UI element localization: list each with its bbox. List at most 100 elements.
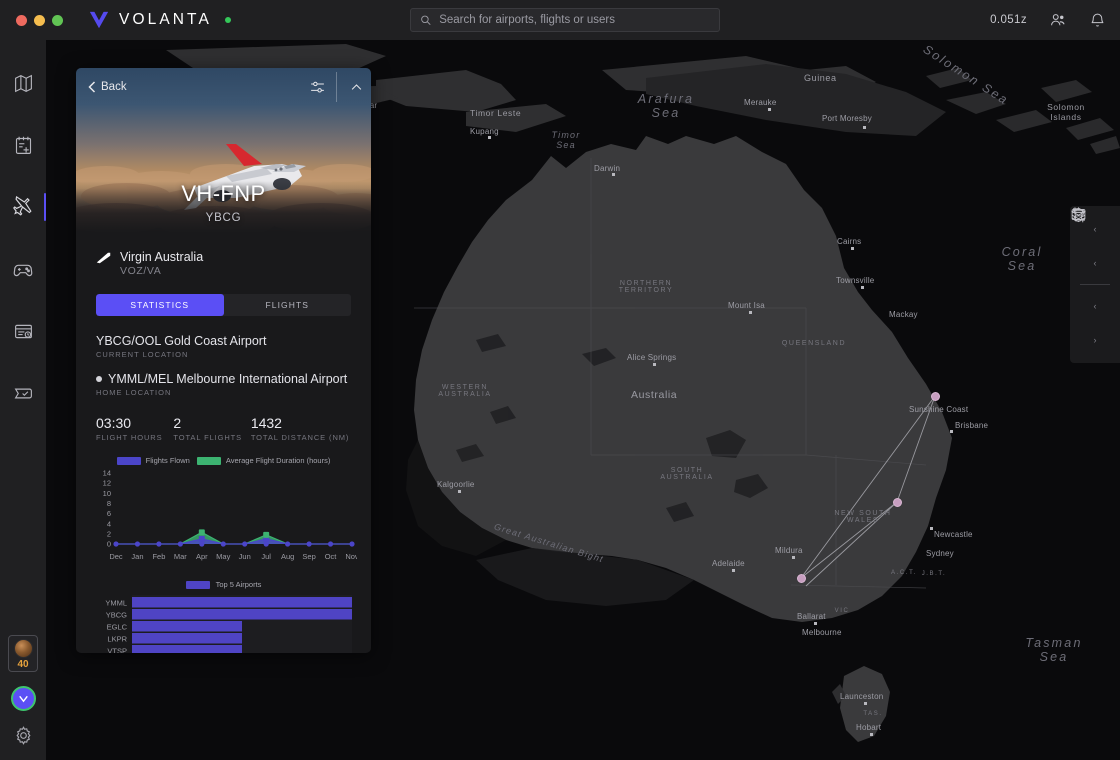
sidebar-bottom: 40 [0,635,46,760]
users-icon[interactable] [1049,11,1067,29]
search-container [410,8,720,32]
top-airports-chart[interactable]: YMMLYBCGEGLCLKPRVTSP00.51.01.52.0 [76,593,371,653]
zulu-time: 0.051z [990,14,1027,26]
svg-text:10: 10 [103,489,111,498]
airline-code: VOZ/VA [120,265,162,277]
map-control-layers[interactable]: ‹ [1070,207,1120,280]
back-button[interactable]: Back [88,81,127,93]
bell-icon[interactable] [1089,12,1106,29]
svg-text:Oct: Oct [325,552,338,561]
svg-text:Aug: Aug [281,552,294,561]
close-window-button[interactable] [16,14,27,26]
virgin-swoosh-icon [96,252,111,264]
map-controls-divider [1080,284,1110,285]
svg-text:0: 0 [107,540,111,549]
current-location-block: YBCG/OOL Gold Coast Airport CURRENT LOCA… [76,334,371,359]
gear-icon[interactable] [13,725,34,746]
stat-flight-hours: 03:30 FLIGHT HOURS [96,415,173,442]
legend-label: Top 5 Airports [215,580,262,589]
volanta-status-badge[interactable] [10,686,36,711]
header-divider [336,72,337,102]
svg-text:LKPR: LKPR [107,634,127,643]
svg-text:YBCG: YBCG [106,610,127,619]
map-control-route[interactable]: ‹ [1070,207,1120,323]
maximize-window-button[interactable] [52,14,63,26]
profile-avatar-box[interactable]: 40 [8,635,38,672]
chevron-left-icon [88,81,96,93]
svg-text:VTSP: VTSP [107,646,127,653]
stat-label: TOTAL FLIGHTS [173,433,243,442]
check-down-icon [18,695,28,703]
sidebar-item-map[interactable] [0,62,46,104]
panel-header-bar: Back [76,68,371,106]
svg-text:Mar: Mar [174,552,187,561]
airline-name: Virgin Australia [120,250,204,264]
sidebar-item-activity[interactable] [0,310,46,352]
legend-swatch [196,456,221,465]
svg-text:8: 8 [107,499,111,508]
svg-text:Jul: Jul [261,552,271,561]
chevron-left-icon: ‹ [1093,300,1097,311]
brand-name: VOLANTA [119,11,212,28]
svg-text:Apr: Apr [196,552,208,561]
area-chart-svg: 0 2468101214 Dec Jan Feb Mar Apr May Jun Jul Aug Se… [103,469,359,561]
map-pin-gold-coast[interactable] [931,392,940,401]
legend-item-flights: Flights Flown [116,456,190,465]
svg-text:14: 14 [103,469,111,478]
sidebar: 40 [0,40,46,760]
home-location-title: YMML/MEL Melbourne International Airport [108,372,348,386]
window-icon [1071,209,1086,220]
sidebar-item-games[interactable] [0,248,46,290]
panel-header-actions [302,68,371,106]
stat-total-distance: 1432 TOTAL DISTANCE (NM) [251,415,351,442]
chevron-up-icon [351,83,361,90]
svg-text:4: 4 [107,519,111,528]
gamepad-icon [13,264,33,277]
sliders-icon [310,81,324,93]
svg-text:2: 2 [107,529,111,538]
sidebar-item-routes[interactable] [0,372,46,414]
svg-text:May: May [216,552,230,561]
minimize-window-button[interactable] [34,14,45,26]
profile-level: 40 [17,659,29,670]
svg-text:Dec: Dec [109,552,123,561]
legend-item-duration: Average Flight Duration (hours) [196,456,331,465]
current-location-sub: CURRENT LOCATION [96,350,189,359]
panel-filter-button[interactable] [302,68,332,106]
aircraft-detail-panel: Back VH-FNP YBCG Virgin Australia VOZ/VA… [76,68,371,653]
search-box[interactable] [410,8,720,32]
airplane-icon [13,196,32,216]
sidebar-item-aircraft[interactable] [0,186,46,228]
chevron-right-icon: › [1093,334,1097,345]
airline-row: Virgin Australia VOZ/VA [76,233,371,277]
monthly-area-chart[interactable]: 0 2 4 6 8 10 12 14 Dec Jan Feb Mar Apr May Jun Jul Aug Se… [76,469,371,574]
title-bar: VOLANTA 0.051z [0,0,1120,40]
map-control-panel[interactable]: › [1070,209,1120,357]
chevron-left-icon: ‹ [1093,223,1097,234]
svg-text:Nov: Nov [345,552,357,561]
list-clock-icon [14,324,32,338]
tab-statistics[interactable]: STATISTICS [96,294,224,316]
map-pin-sydney[interactable] [893,498,902,507]
home-location-dot-icon [96,376,102,382]
sidebar-item-logbook[interactable] [0,124,46,166]
panel-collapse-button[interactable] [341,68,371,106]
home-location-block: YMML/MEL Melbourne International Airport… [76,372,371,397]
tab-flights[interactable]: FLIGHTS [224,294,352,316]
aircraft-location-code: YBCG [205,212,242,224]
svg-text:EGLC: EGLC [107,622,128,631]
stat-value: 1432 [250,415,282,431]
current-location-title: YBCG/OOL Gold Coast Airport [96,334,267,348]
legend-label: Average Flight Duration (hours) [225,456,331,465]
volanta-logo-icon [89,11,109,29]
back-label: Back [101,81,127,93]
app-root: Arafura Sea Timor Sea Solomon Sea Coral Sea… [0,0,1120,760]
brand: VOLANTA [88,10,231,30]
home-location-sub: HOME LOCATION [96,388,172,397]
avatar [13,639,33,658]
map-pin-melbourne[interactable] [797,574,806,583]
legend-swatch [185,580,210,589]
bar-chart-svg: YMMLYBCGEGLCLKPRVTSP00.51.01.52.0 [105,595,352,653]
svg-text:Feb: Feb [152,552,165,561]
search-input[interactable] [439,14,710,26]
